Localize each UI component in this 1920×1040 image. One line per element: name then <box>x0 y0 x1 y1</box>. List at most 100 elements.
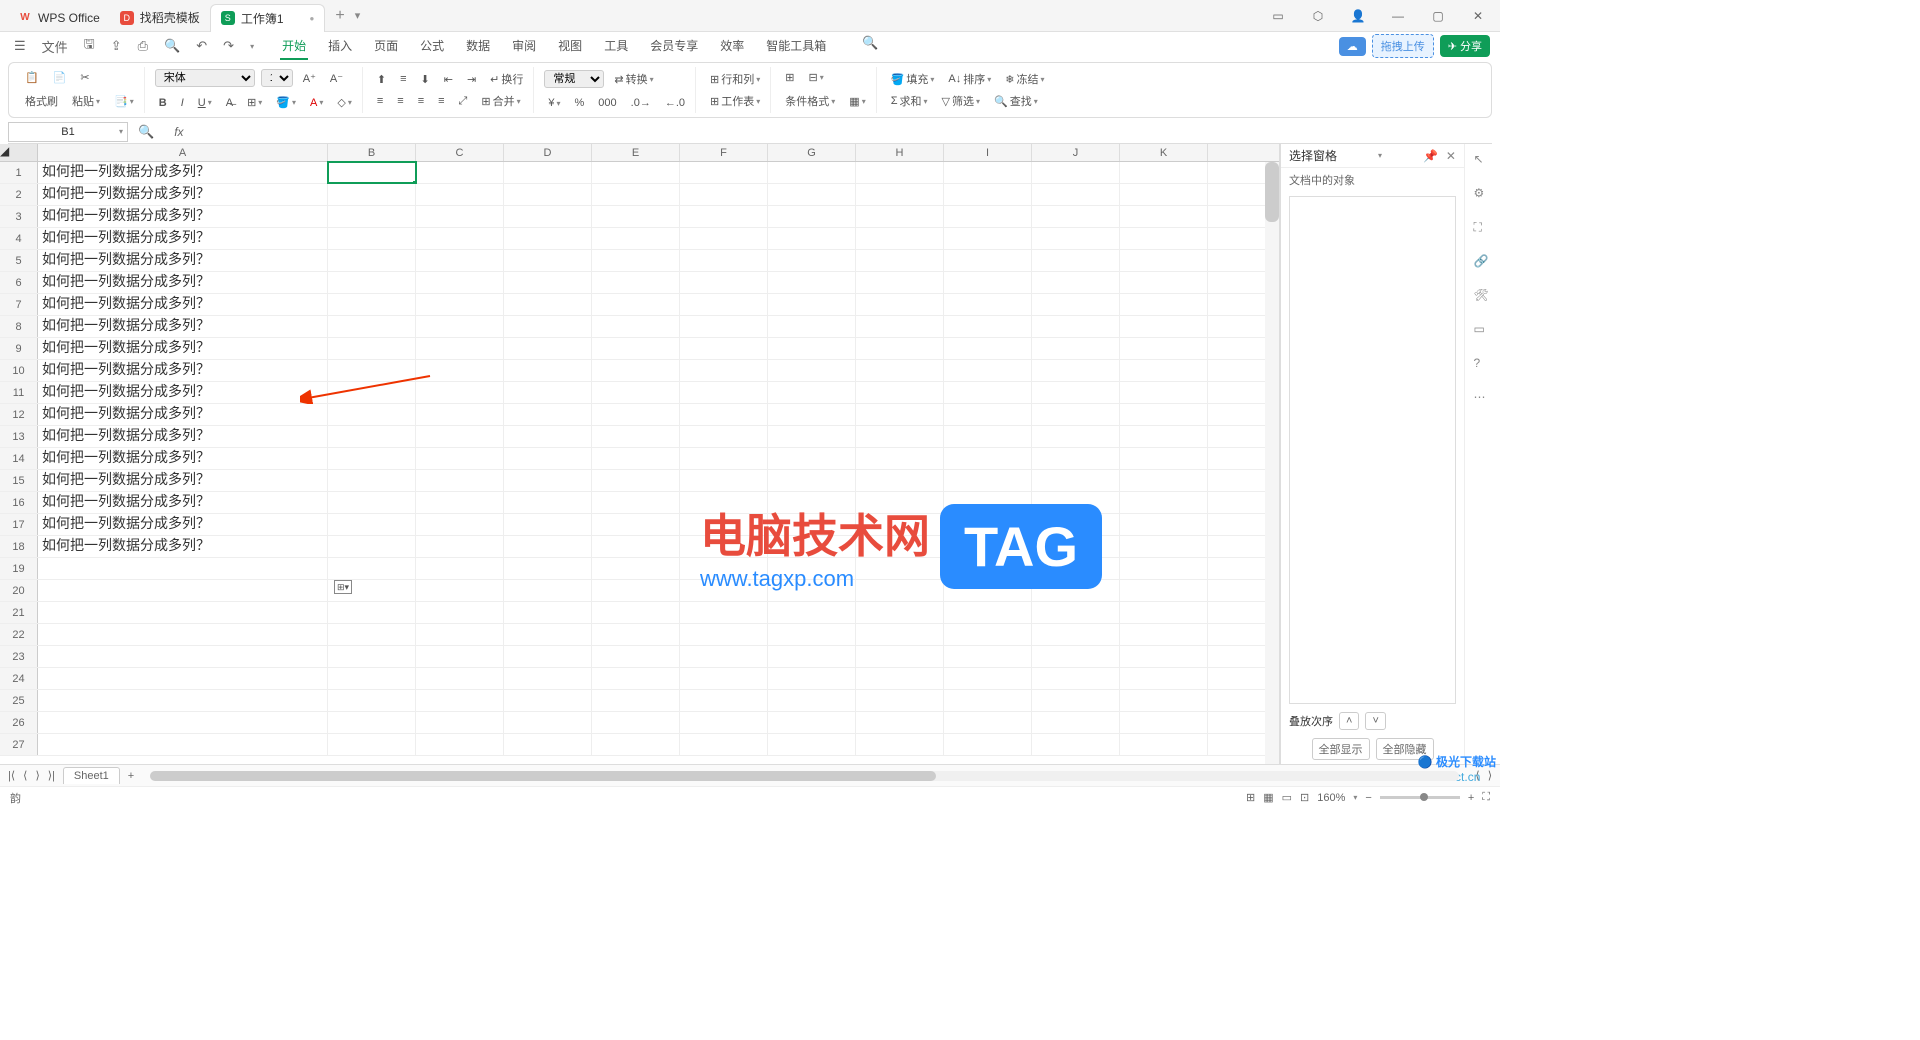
copy-icon[interactable]: 📑▾ <box>110 93 138 110</box>
cell[interactable] <box>592 294 680 315</box>
paste-button[interactable]: 粘贴▾ <box>68 91 104 111</box>
cell[interactable] <box>416 338 504 359</box>
cell[interactable] <box>944 272 1032 293</box>
expand-icon[interactable]: ⛶ <box>1474 220 1492 238</box>
cell[interactable] <box>328 382 416 403</box>
cell[interactable] <box>328 514 416 535</box>
cell[interactable] <box>680 668 768 689</box>
row-header[interactable]: 5 <box>0 250 38 271</box>
cell[interactable] <box>1120 294 1208 315</box>
row-header[interactable]: 6 <box>0 272 38 293</box>
decrease-font-icon[interactable]: A⁻ <box>326 70 347 87</box>
more-icon[interactable]: ⋯ <box>1474 390 1492 408</box>
undo-icon[interactable]: ↶ <box>192 36 211 56</box>
cell[interactable] <box>328 690 416 711</box>
cell[interactable] <box>1032 250 1120 271</box>
menu-smart[interactable]: 智能工具箱 <box>764 33 828 60</box>
cell[interactable] <box>328 734 416 755</box>
sort-button[interactable]: A↓ 排序▾ <box>944 69 995 89</box>
cell[interactable] <box>1120 382 1208 403</box>
row-header[interactable]: 4 <box>0 228 38 249</box>
cell[interactable] <box>504 294 592 315</box>
cell[interactable] <box>504 690 592 711</box>
cell[interactable] <box>856 712 944 733</box>
cell[interactable] <box>680 602 768 623</box>
cell[interactable] <box>1032 492 1120 513</box>
cell[interactable] <box>328 624 416 645</box>
cell[interactable] <box>504 602 592 623</box>
cell[interactable] <box>856 426 944 447</box>
percent-icon[interactable]: % <box>571 95 589 111</box>
cell[interactable] <box>768 250 856 271</box>
avatar-icon[interactable]: 👤 <box>1344 9 1372 23</box>
sheet-add-button[interactable]: + <box>128 770 134 782</box>
file-menu[interactable]: 文件 <box>38 35 72 58</box>
show-all-button[interactable]: 全部显示 <box>1312 738 1370 760</box>
cell[interactable] <box>768 382 856 403</box>
cell[interactable] <box>944 580 1032 601</box>
cell[interactable] <box>1120 712 1208 733</box>
cell[interactable] <box>680 734 768 755</box>
cell[interactable] <box>768 206 856 227</box>
cell[interactable] <box>416 206 504 227</box>
menu-review[interactable]: 审阅 <box>510 33 538 60</box>
cell[interactable] <box>1120 162 1208 183</box>
cell[interactable] <box>328 338 416 359</box>
menu-insert[interactable]: 插入 <box>326 33 354 60</box>
cell[interactable] <box>38 712 328 733</box>
row-header[interactable]: 1 <box>0 162 38 183</box>
cell[interactable] <box>504 624 592 645</box>
indent-inc-icon[interactable]: ⇥ <box>463 71 480 88</box>
cut-icon[interactable]: ✂ <box>76 69 93 86</box>
hamburger-icon[interactable]: ☰ <box>10 36 30 56</box>
cell[interactable] <box>504 536 592 557</box>
align-middle-icon[interactable]: ≡ <box>396 71 410 87</box>
align-center-icon[interactable]: ≡ <box>393 93 407 109</box>
cell[interactable] <box>1120 272 1208 293</box>
col-header-B[interactable]: B <box>328 144 416 161</box>
cell[interactable] <box>856 492 944 513</box>
select-tool-icon[interactable]: ↖ <box>1474 152 1492 170</box>
cell[interactable] <box>1032 712 1120 733</box>
number-format-select[interactable]: 常规 <box>544 70 604 88</box>
fullscreen-icon[interactable]: ⛶ <box>1482 791 1490 804</box>
cell[interactable] <box>416 404 504 425</box>
row-header[interactable]: 11 <box>0 382 38 403</box>
col-header-J[interactable]: J <box>1032 144 1120 161</box>
cell[interactable] <box>768 492 856 513</box>
row-header[interactable]: 21 <box>0 602 38 623</box>
cell[interactable] <box>1120 404 1208 425</box>
cell[interactable] <box>1032 558 1120 579</box>
cell[interactable]: 如何把一列数据分成多列？ <box>38 316 328 337</box>
cell[interactable] <box>680 448 768 469</box>
cell[interactable] <box>1120 558 1208 579</box>
cell[interactable] <box>856 690 944 711</box>
cell[interactable] <box>856 602 944 623</box>
cell[interactable] <box>504 360 592 381</box>
cell[interactable] <box>504 580 592 601</box>
rowcol-button[interactable]: ⊞ 行和列▾ <box>706 69 764 89</box>
grid-body[interactable]: 1如何把一列数据分成多列？2如何把一列数据分成多列？3如何把一列数据分成多列？4… <box>0 162 1279 756</box>
share-button[interactable]: ✈ 分享 <box>1440 35 1490 57</box>
row-header[interactable]: 17 <box>0 514 38 535</box>
cell[interactable] <box>944 338 1032 359</box>
cell[interactable] <box>768 448 856 469</box>
cell[interactable] <box>38 558 328 579</box>
cell[interactable] <box>680 162 768 183</box>
cell[interactable] <box>592 536 680 557</box>
link-icon[interactable]: 🔗 <box>1474 254 1492 272</box>
zoom-slider[interactable] <box>1380 796 1460 799</box>
cell[interactable] <box>856 338 944 359</box>
border-button[interactable]: ⊞▾ <box>243 94 266 111</box>
app-icon-1[interactable]: ▭ <box>1264 9 1292 23</box>
row-header[interactable]: 24 <box>0 668 38 689</box>
align-left-icon[interactable]: ≡ <box>373 93 387 109</box>
cell[interactable] <box>768 602 856 623</box>
cell[interactable] <box>416 250 504 271</box>
cell[interactable] <box>1032 514 1120 535</box>
cell[interactable] <box>1120 734 1208 755</box>
cell[interactable] <box>416 646 504 667</box>
cell[interactable] <box>856 162 944 183</box>
row-header[interactable]: 10 <box>0 360 38 381</box>
format-painter-icon[interactable]: 📋 <box>21 69 43 86</box>
